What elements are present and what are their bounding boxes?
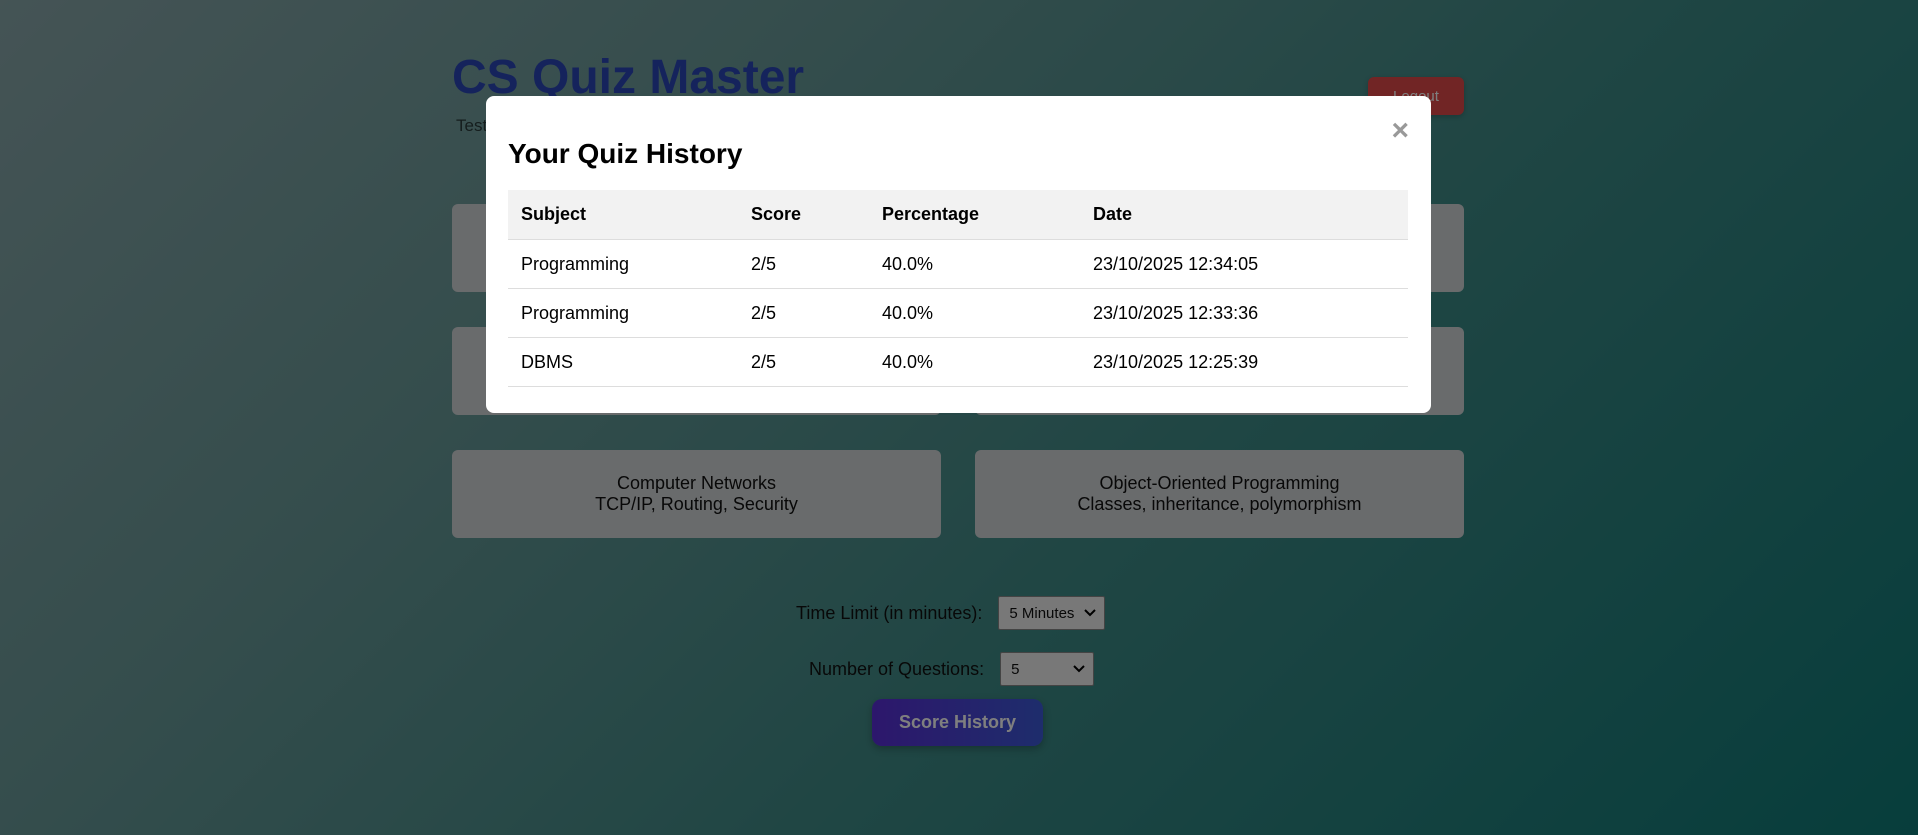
cell-date: 23/10/2025 12:34:05	[1080, 239, 1408, 289]
header-percentage: Percentage	[869, 190, 1080, 240]
cell-subject: DBMS	[508, 337, 738, 387]
header-score: Score	[738, 190, 869, 240]
cell-subject: Programming	[508, 239, 738, 289]
cell-score: 2/5	[738, 337, 869, 387]
cell-score: 2/5	[738, 288, 869, 338]
cell-date: 23/10/2025 12:25:39	[1080, 337, 1408, 387]
table-row: Programming 2/5 40.0% 23/10/2025 12:33:3…	[508, 288, 1408, 338]
table-row: Programming 2/5 40.0% 23/10/2025 12:34:0…	[508, 239, 1408, 289]
cell-date: 23/10/2025 12:33:36	[1080, 288, 1408, 338]
table-row: DBMS 2/5 40.0% 23/10/2025 12:25:39	[508, 337, 1408, 387]
header-subject: Subject	[508, 190, 738, 240]
cell-score: 2/5	[738, 239, 869, 289]
quiz-history-table: Subject Score Percentage Date Programmin…	[508, 190, 1408, 387]
close-icon[interactable]: ×	[1391, 116, 1409, 146]
modal-title: Your Quiz History	[508, 138, 743, 169]
cell-percentage: 40.0%	[869, 337, 1080, 387]
quiz-history-modal: × Your Quiz History Subject Score Percen…	[486, 96, 1431, 413]
cell-subject: Programming	[508, 288, 738, 338]
cell-percentage: 40.0%	[869, 288, 1080, 338]
table-header-row: Subject Score Percentage Date	[508, 190, 1408, 240]
cell-percentage: 40.0%	[869, 239, 1080, 289]
header-date: Date	[1080, 190, 1408, 240]
